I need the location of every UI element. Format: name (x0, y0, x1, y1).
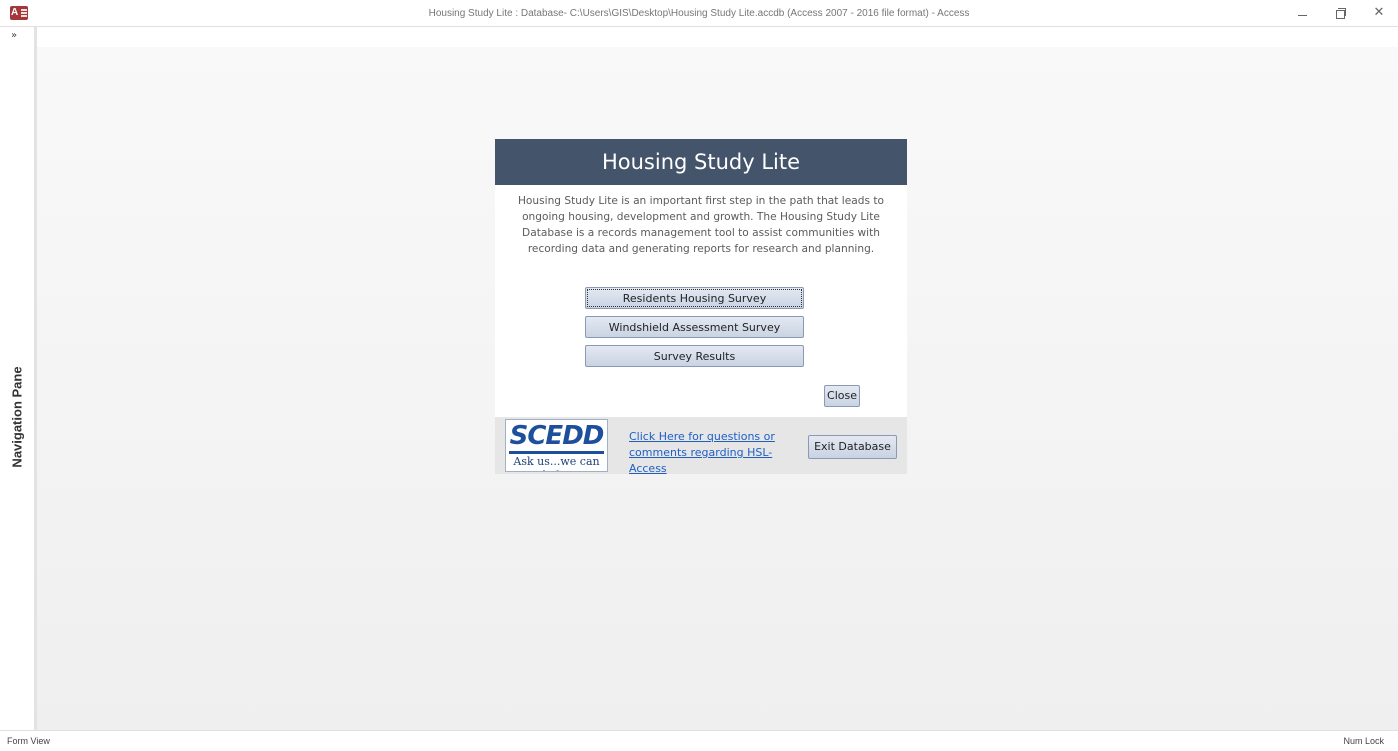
form-footer: SCEDD Ask us...we can help. Click Here f… (495, 417, 907, 477)
survey-results-button[interactable]: Survey Results (585, 345, 804, 367)
navigation-pane: » Navigation Pane (0, 27, 37, 730)
window-controls: ✕ (1296, 0, 1386, 26)
form-description: Housing Study Lite is an important first… (517, 195, 885, 255)
windshield-assessment-survey-button[interactable]: Windshield Assessment Survey (585, 316, 804, 338)
form-title: Housing Study Lite (495, 139, 907, 185)
help-link[interactable]: Click Here for questions or comments reg… (629, 429, 809, 477)
close-window-icon[interactable]: ✕ (1372, 6, 1386, 20)
close-button[interactable]: Close (824, 385, 860, 407)
exit-database-button[interactable]: Exit Database (808, 435, 897, 459)
logo-tagline: Ask us...we can help. (513, 455, 600, 471)
nav-pane-expand-icon[interactable]: » (11, 30, 17, 41)
status-num-lock: Num Lock (1343, 736, 1384, 746)
minimize-icon[interactable] (1296, 6, 1310, 20)
scedd-logo: SCEDD Ask us...we can help. (505, 419, 608, 472)
residents-housing-survey-button[interactable]: Residents Housing Survey (585, 287, 804, 309)
title-bar: A Housing Study Lite : Database- C:\User… (0, 0, 1398, 27)
logo-strip (509, 451, 604, 454)
logo-wordmark: SCEDD (509, 421, 605, 451)
navigation-pane-label[interactable]: Navigation Pane (10, 366, 25, 467)
status-view: Form View (7, 736, 50, 746)
status-bar: Form View Num Lock (0, 730, 1398, 751)
window-title: Housing Study Lite : Database- C:\Users\… (428, 8, 970, 19)
main-menu-form: Housing Study Lite Housing Study Lite is… (495, 139, 907, 477)
restore-icon[interactable] (1334, 6, 1348, 20)
form-area: Housing Study Lite Housing Study Lite is… (37, 27, 1398, 730)
